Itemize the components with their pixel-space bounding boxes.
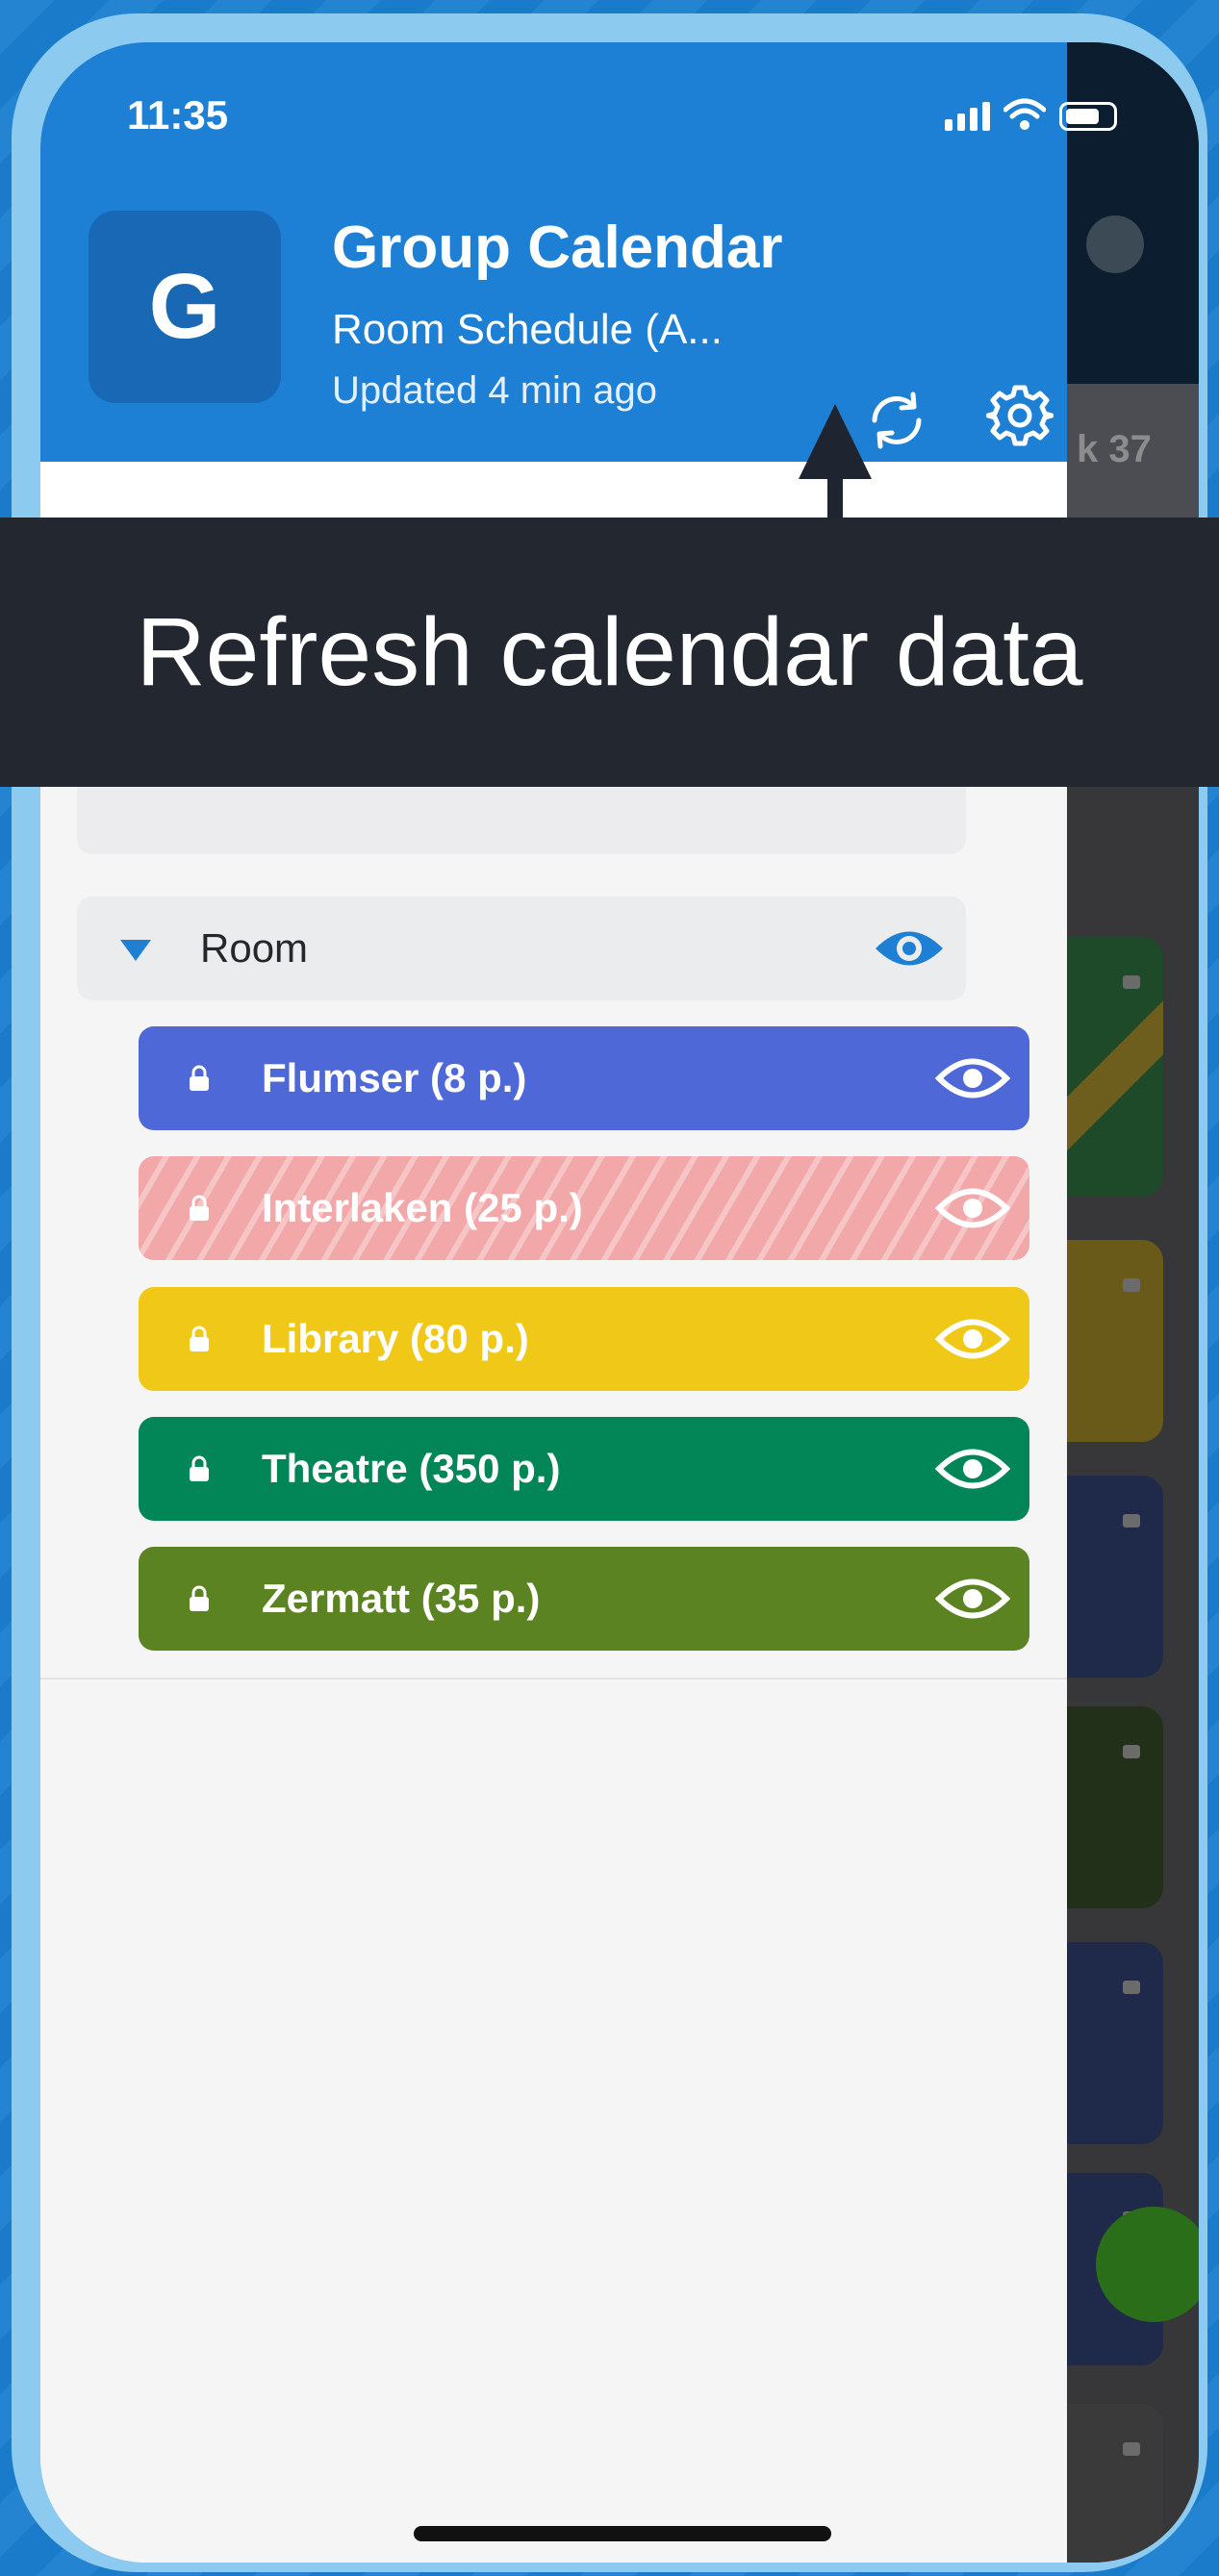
- room-label: Theatre (350 p.): [262, 1446, 561, 1491]
- lock-icon: [1123, 2442, 1140, 2456]
- lock-icon: [1123, 1514, 1140, 1528]
- wifi-icon: [1003, 98, 1046, 130]
- room-item[interactable]: Flumser (8 p.): [139, 1026, 1029, 1130]
- event-block: [1067, 2404, 1163, 2563]
- room-item[interactable]: Zermatt (35 p.): [139, 1547, 1029, 1651]
- lock-icon: [1123, 1745, 1140, 1758]
- refresh-icon: [872, 391, 922, 449]
- event-block: [1067, 1942, 1163, 2144]
- event-block: [1067, 1240, 1163, 1442]
- lock-icon: [1123, 1278, 1140, 1292]
- week-label: k 37: [1077, 428, 1152, 470]
- lock-icon: [190, 1585, 209, 1611]
- room-item[interactable]: Theatre (350 p.): [139, 1417, 1029, 1521]
- divider: [40, 1678, 1067, 1679]
- calendar-underlay: k 37: [1067, 42, 1199, 2563]
- event-block: [1067, 1706, 1163, 1908]
- gear-icon: [986, 385, 1054, 446]
- phone-screen: k 37 11:35 G Group Calendar Room Schedul…: [40, 42, 1199, 2563]
- caret-down-icon: [120, 940, 151, 961]
- eye-icon: [934, 1188, 1011, 1228]
- signal-icon: [945, 102, 990, 131]
- event-block: [1067, 937, 1163, 1197]
- calendar-subtitle: Room Schedule (A...: [332, 306, 723, 353]
- eye-icon: [934, 1578, 1011, 1619]
- eye-icon: [934, 1058, 1011, 1099]
- room-visibility-toggle[interactable]: [934, 1443, 1011, 1495]
- settings-button[interactable]: [977, 372, 1063, 459]
- room-label: Zermatt (35 p.): [262, 1576, 541, 1621]
- room-label: Interlaken (25 p.): [262, 1185, 583, 1230]
- room-item[interactable]: Interlaken (25 p.): [139, 1156, 1029, 1260]
- tooltip-text: Refresh calendar data: [136, 597, 1083, 706]
- lock-icon: [1123, 975, 1140, 989]
- status-icons: [945, 98, 1117, 131]
- refresh-tooltip: Refresh calendar data: [0, 518, 1219, 787]
- home-indicator: [414, 2526, 831, 2541]
- group-visibility-toggle[interactable]: [872, 922, 947, 974]
- last-updated-text: Updated 4 min ago: [332, 369, 658, 412]
- event-block: [1067, 1476, 1163, 1678]
- room-visibility-toggle[interactable]: [934, 1052, 1011, 1104]
- eye-icon: [876, 931, 943, 966]
- group-row-room[interactable]: Room: [77, 897, 966, 1000]
- lock-icon: [1123, 1981, 1140, 1994]
- tooltip-arrow: [799, 404, 872, 479]
- lock-icon: [190, 1195, 209, 1221]
- lock-icon: [190, 1455, 209, 1481]
- eye-icon: [934, 1319, 1011, 1359]
- battery-icon: [1059, 102, 1117, 131]
- lock-icon: [190, 1065, 209, 1091]
- calendar-drawer: 11:35 G Group Calendar Room Schedule (A.…: [40, 42, 1117, 2563]
- room-visibility-toggle[interactable]: [934, 1313, 1011, 1365]
- filter-bar[interactable]: [77, 787, 966, 854]
- drawer-header: 11:35 G Group Calendar Room Schedule (A.…: [40, 42, 1117, 462]
- status-time: 11:35: [127, 92, 229, 138]
- room-item[interactable]: Library (80 p.): [139, 1287, 1029, 1391]
- user-avatar-icon: [1086, 215, 1144, 273]
- room-label: Flumser (8 p.): [262, 1055, 527, 1100]
- calendar-title: Group Calendar: [332, 215, 783, 281]
- room-visibility-toggle[interactable]: [934, 1573, 1011, 1625]
- calendar-avatar: G: [89, 211, 281, 403]
- room-label: Library (80 p.): [262, 1316, 529, 1361]
- eye-icon: [934, 1449, 1011, 1489]
- group-label: Room: [200, 925, 309, 971]
- room-visibility-toggle[interactable]: [934, 1182, 1011, 1234]
- lock-icon: [190, 1326, 209, 1351]
